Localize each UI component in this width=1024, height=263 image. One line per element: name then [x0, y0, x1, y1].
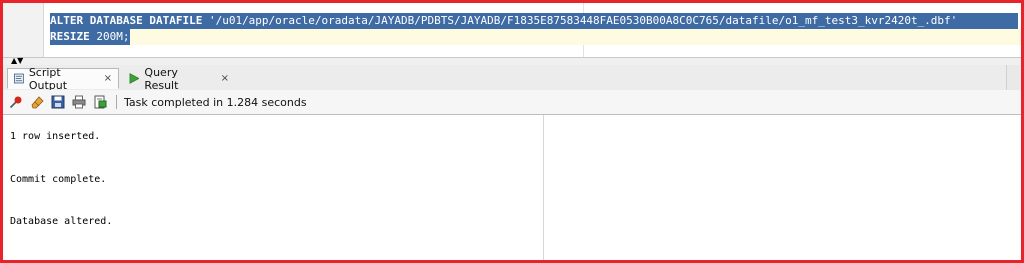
- task-status-text: Task completed in 1.284 seconds: [124, 95, 307, 109]
- output-line: Commit complete.: [10, 174, 107, 185]
- eraser-icon[interactable]: [29, 94, 45, 110]
- sql-keyword-alter: ALTER DATABASE DATAFILE: [50, 14, 203, 27]
- tab-query-result-close-icon[interactable]: ×: [221, 73, 229, 84]
- tab-script-output-close-icon[interactable]: ×: [104, 73, 112, 84]
- output-line: Database altered.: [10, 216, 113, 227]
- current-line-highlight: [130, 29, 1021, 45]
- script-output-panel[interactable]: 1 row inserted. Commit complete. Databas…: [3, 115, 1021, 260]
- editor-gutter: [3, 3, 44, 57]
- output-line: 1 row inserted.: [10, 131, 101, 142]
- tab-query-result[interactable]: Query Result ×: [123, 65, 235, 92]
- toolbar-separator: [116, 95, 117, 109]
- sql-line-2[interactable]: RESIZE 200M;: [50, 29, 130, 45]
- sql-line-1[interactable]: ALTER DATABASE DATAFILE '/u01/app/oracle…: [50, 13, 1018, 29]
- tab-script-output[interactable]: Script Output ×: [7, 65, 119, 92]
- script-output-icon: [14, 73, 24, 84]
- sql-datafile-path: '/u01/app/oracle/oradata/JAYADB/PDBTS/JA…: [202, 14, 958, 27]
- save-icon[interactable]: [50, 94, 66, 110]
- output-divider: [543, 115, 544, 260]
- play-icon: [129, 73, 140, 84]
- sql-keyword-resize: RESIZE: [50, 30, 90, 43]
- output-toolbar: Task completed in 1.284 seconds: [3, 90, 1021, 115]
- app-frame: ALTER DATABASE DATAFILE '/u01/app/oracle…: [0, 0, 1024, 263]
- tab-script-output-label: Script Output: [28, 65, 68, 92]
- sql-editor[interactable]: ALTER DATABASE DATAFILE '/u01/app/oracle…: [3, 3, 1021, 57]
- collapse-arrows-icon[interactable]: ▲▼: [11, 57, 23, 65]
- export-icon[interactable]: [92, 94, 108, 110]
- sql-resize-value: 200M;: [89, 30, 130, 43]
- output-tab-bar: Script Output × Query Result ×: [3, 65, 1021, 145]
- tab-query-result-label: Query Result: [144, 65, 179, 92]
- print-icon[interactable]: [71, 94, 87, 110]
- pin-icon[interactable]: [8, 94, 24, 110]
